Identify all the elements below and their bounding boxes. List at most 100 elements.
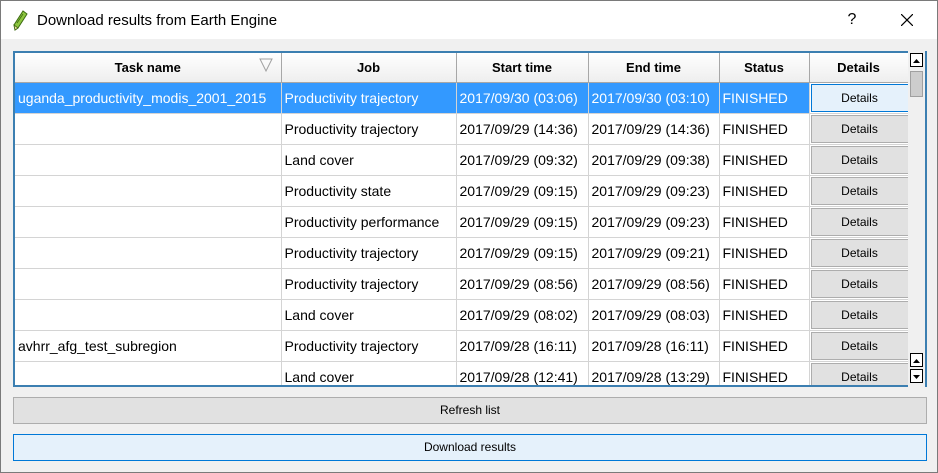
details-button[interactable]: Details (810, 238, 907, 267)
tasks-table: Task name Job Start time End time Status… (15, 53, 909, 385)
task-name-cell[interactable]: uganda_productivity_modis_2001_2015 (15, 82, 282, 114)
task-name-cell[interactable] (15, 175, 282, 207)
start-time-cell[interactable]: 2017/09/30 (03:06) (456, 82, 589, 114)
task-name-cell[interactable] (15, 299, 282, 331)
column-header-details[interactable]: Details (809, 53, 909, 83)
task-name-cell[interactable] (15, 206, 282, 238)
task-name-cell[interactable] (15, 113, 282, 145)
scroll-up-arrow-icon (913, 59, 920, 63)
status-cell[interactable]: FINISHED (719, 237, 810, 269)
start-time-cell[interactable]: 2017/09/28 (12:41) (456, 361, 589, 385)
scroll-up-button-lower[interactable] (910, 353, 923, 367)
task-name-cell[interactable] (15, 268, 282, 300)
job-cell[interactable]: Land cover (281, 299, 457, 331)
column-header-status[interactable]: Status (719, 53, 810, 83)
status-cell[interactable]: FINISHED (719, 175, 810, 207)
end-time-cell[interactable]: 2017/09/29 (09:23) (588, 206, 720, 238)
help-button[interactable]: ? (829, 1, 875, 39)
scroll-down-button[interactable] (910, 369, 923, 383)
column-header-start-time[interactable]: Start time (456, 53, 589, 83)
start-time-cell[interactable]: 2017/09/29 (14:36) (456, 113, 589, 145)
scroll-up-arrow-icon (913, 359, 920, 363)
scroll-up-button[interactable] (910, 53, 923, 67)
table-row[interactable]: Land cover 2017/09/29 (09:32) 2017/09/29… (15, 144, 909, 176)
task-name-cell[interactable] (15, 361, 282, 385)
status-cell[interactable]: FINISHED (719, 206, 810, 238)
details-cell: Details (809, 113, 909, 145)
status-cell[interactable]: FINISHED (719, 268, 810, 300)
job-cell[interactable]: Productivity trajectory (281, 237, 457, 269)
job-cell[interactable]: Productivity trajectory (281, 330, 457, 362)
task-name-cell[interactable]: avhrr_afg_test_subregion (15, 330, 282, 362)
window-title: Download results from Earth Engine (37, 12, 278, 29)
scroll-thumb[interactable] (910, 71, 923, 97)
details-button[interactable]: Details (810, 269, 907, 298)
details-button[interactable]: Details (810, 300, 907, 329)
details-button[interactable]: Details (810, 83, 907, 112)
start-time-cell[interactable]: 2017/09/29 (08:02) (456, 299, 589, 331)
details-button[interactable]: Details (810, 114, 907, 143)
task-name-cell[interactable] (15, 144, 282, 176)
job-cell[interactable]: Productivity performance (281, 206, 457, 238)
start-time-cell[interactable]: 2017/09/29 (09:15) (456, 237, 589, 269)
details-button[interactable]: Details (810, 145, 907, 174)
scroll-down-arrow-icon (913, 375, 920, 379)
table-row[interactable]: Land cover 2017/09/29 (08:02) 2017/09/29… (15, 299, 909, 331)
column-header-task-name[interactable]: Task name (15, 53, 282, 83)
table-row[interactable]: Productivity trajectory 2017/09/29 (09:1… (15, 237, 909, 269)
start-time-cell[interactable]: 2017/09/29 (09:15) (456, 206, 589, 238)
title-bar: Download results from Earth Engine ? (1, 1, 937, 39)
table-row[interactable]: Land cover 2017/09/28 (12:41) 2017/09/28… (15, 361, 909, 385)
details-cell: Details (809, 361, 909, 385)
status-cell[interactable]: FINISHED (719, 82, 810, 114)
job-cell[interactable]: Land cover (281, 144, 457, 176)
download-results-button[interactable]: Download results (13, 434, 927, 461)
status-cell[interactable]: FINISHED (719, 330, 810, 362)
end-time-cell[interactable]: 2017/09/29 (14:36) (588, 113, 720, 145)
end-time-cell[interactable]: 2017/09/28 (16:11) (588, 330, 720, 362)
end-time-cell[interactable]: 2017/09/30 (03:10) (588, 82, 720, 114)
table-row[interactable]: Productivity state 2017/09/29 (09:15) 20… (15, 175, 909, 207)
column-header-job[interactable]: Job (281, 53, 457, 83)
start-time-cell[interactable]: 2017/09/29 (09:15) (456, 175, 589, 207)
details-button[interactable]: Details (810, 207, 907, 236)
dialog-window: Download results from Earth Engine ? Tas… (0, 0, 938, 473)
end-time-cell[interactable]: 2017/09/29 (08:03) (588, 299, 720, 331)
tasks-table-frame: Task name Job Start time End time Status… (13, 51, 927, 387)
refresh-list-button[interactable]: Refresh list (13, 397, 927, 424)
job-cell[interactable]: Productivity state (281, 175, 457, 207)
details-button[interactable]: Details (810, 362, 907, 385)
vertical-scrollbar[interactable] (908, 51, 925, 387)
table-header-row: Task name Job Start time End time Status… (15, 53, 909, 83)
table-row[interactable]: Productivity trajectory 2017/09/29 (08:5… (15, 268, 909, 300)
details-cell: Details (809, 268, 909, 300)
status-cell[interactable]: FINISHED (719, 361, 810, 385)
details-cell: Details (809, 299, 909, 331)
close-button[interactable] (883, 1, 933, 39)
details-cell: Details (809, 82, 909, 114)
table-row[interactable]: Productivity performance 2017/09/29 (09:… (15, 206, 909, 238)
start-time-cell[interactable]: 2017/09/29 (09:32) (456, 144, 589, 176)
table-row[interactable]: Productivity trajectory 2017/09/29 (14:3… (15, 113, 909, 145)
job-cell[interactable]: Productivity trajectory (281, 268, 457, 300)
job-cell[interactable]: Land cover (281, 361, 457, 385)
details-button[interactable]: Details (810, 331, 907, 360)
qgis-pencil-icon (13, 10, 28, 31)
end-time-cell[interactable]: 2017/09/29 (09:21) (588, 237, 720, 269)
start-time-cell[interactable]: 2017/09/29 (08:56) (456, 268, 589, 300)
end-time-cell[interactable]: 2017/09/29 (08:56) (588, 268, 720, 300)
end-time-cell[interactable]: 2017/09/29 (09:23) (588, 175, 720, 207)
status-cell[interactable]: FINISHED (719, 299, 810, 331)
table-row[interactable]: uganda_productivity_modis_2001_2015 Prod… (15, 82, 909, 114)
job-cell[interactable]: Productivity trajectory (281, 82, 457, 114)
end-time-cell[interactable]: 2017/09/28 (13:29) (588, 361, 720, 385)
start-time-cell[interactable]: 2017/09/28 (16:11) (456, 330, 589, 362)
table-row[interactable]: avhrr_afg_test_subregion Productivity tr… (15, 330, 909, 362)
details-button[interactable]: Details (810, 176, 907, 205)
status-cell[interactable]: FINISHED (719, 144, 810, 176)
end-time-cell[interactable]: 2017/09/29 (09:38) (588, 144, 720, 176)
job-cell[interactable]: Productivity trajectory (281, 113, 457, 145)
column-header-end-time[interactable]: End time (588, 53, 720, 83)
status-cell[interactable]: FINISHED (719, 113, 810, 145)
task-name-cell[interactable] (15, 237, 282, 269)
